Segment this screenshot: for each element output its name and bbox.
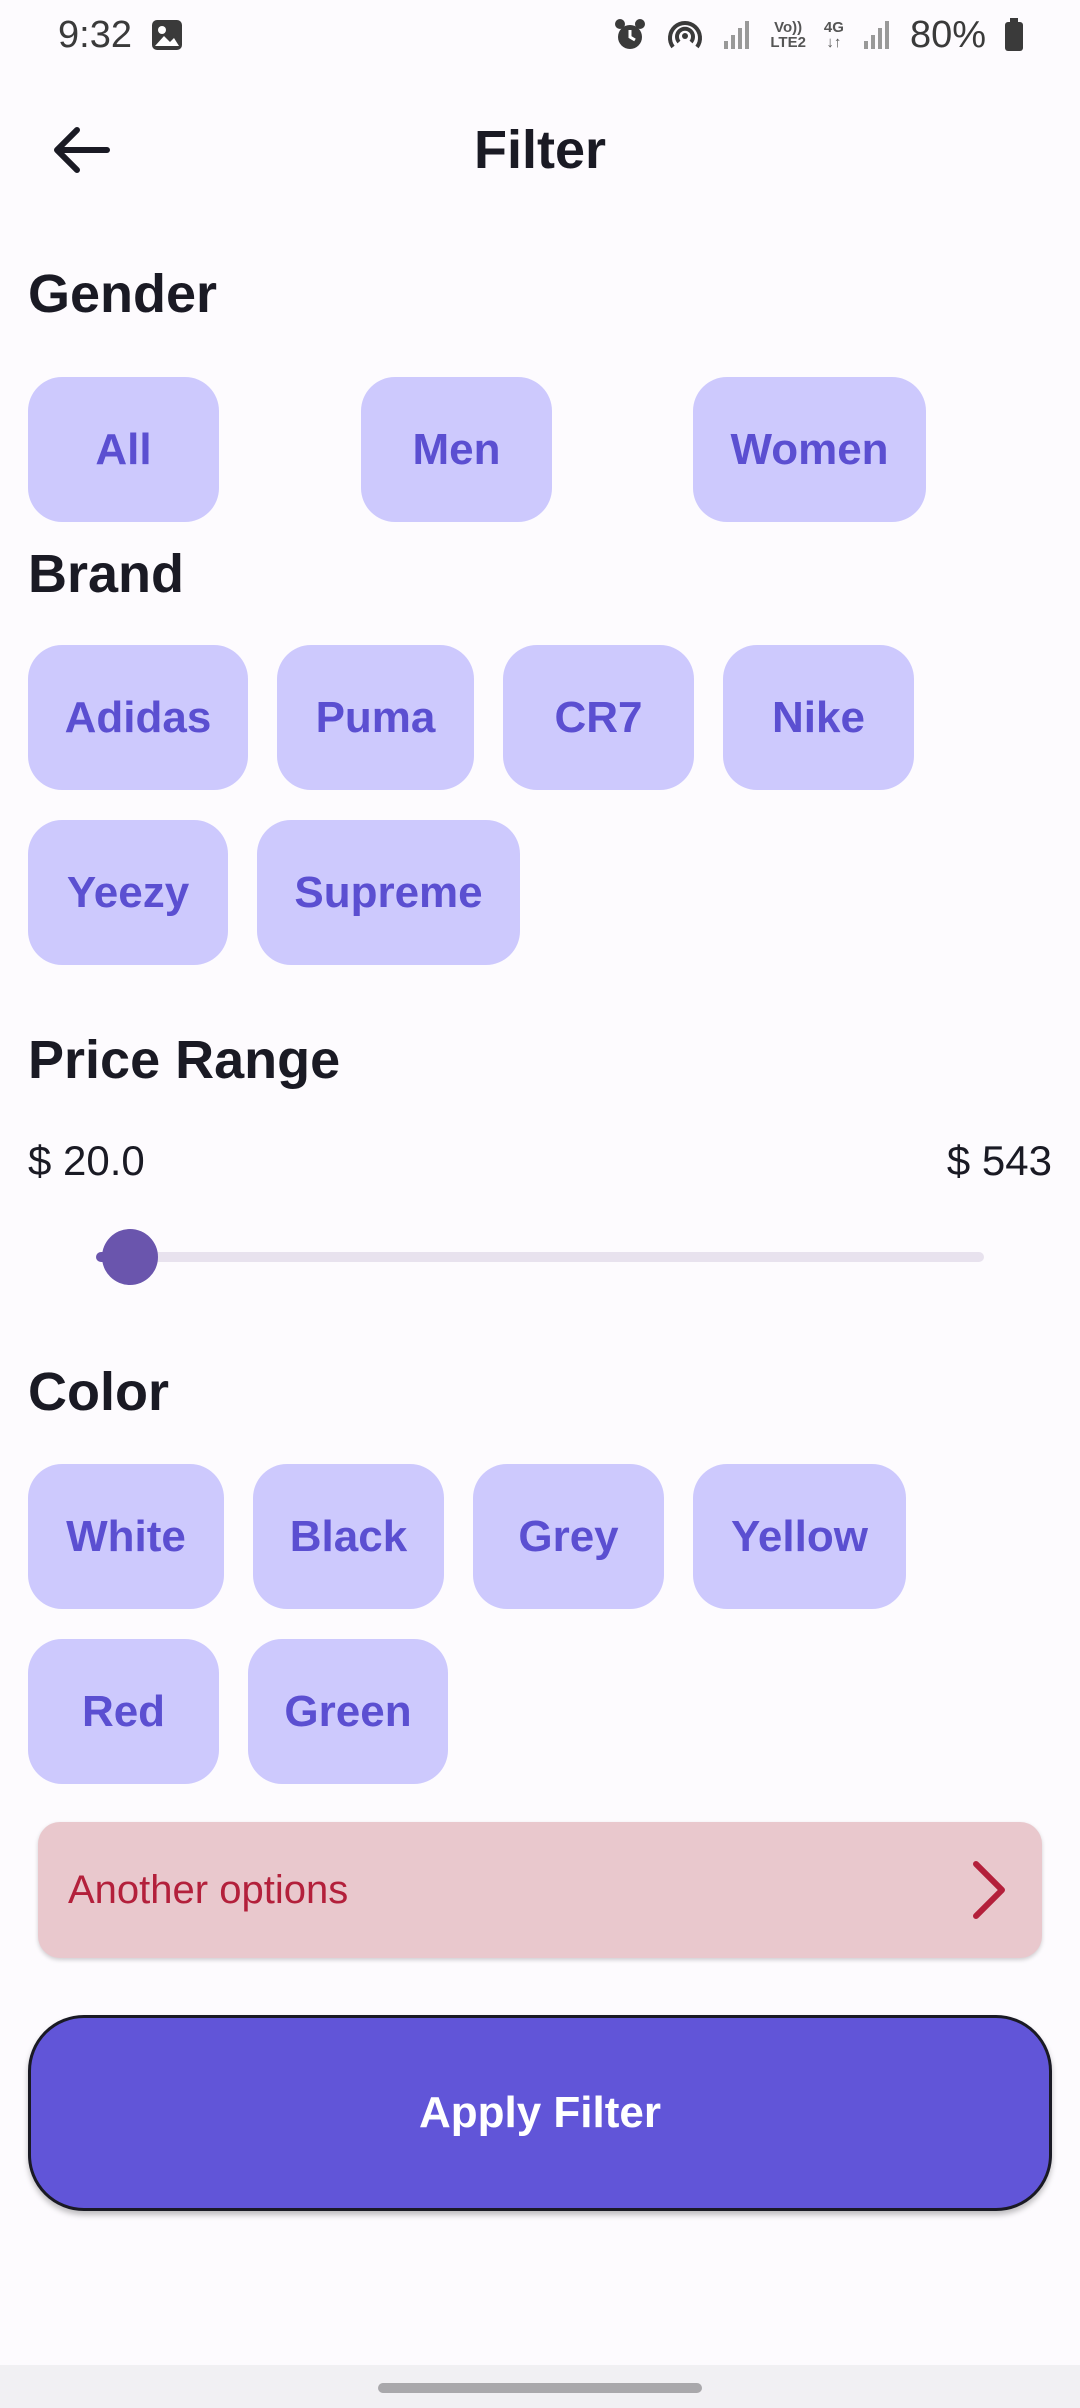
color-chip-grey[interactable]: Grey xyxy=(473,1464,664,1609)
status-time: 9:32 xyxy=(58,13,132,56)
color-chip-green[interactable]: Green xyxy=(248,1639,448,1784)
price-min-label: $ 20.0 xyxy=(28,1137,145,1184)
brand-chip-nike[interactable]: Nike xyxy=(723,645,914,790)
color-chip-white[interactable]: White xyxy=(28,1464,224,1609)
color-chip-red[interactable]: Red xyxy=(28,1639,219,1784)
status-bar: 9:32 Vo)) LTE2 4G ↓↑ 80% xyxy=(0,0,1080,70)
signal-icon xyxy=(722,19,752,51)
color-chip-black[interactable]: Black xyxy=(253,1464,444,1609)
gender-chip-women[interactable]: Women xyxy=(693,377,926,522)
brand-chip-puma[interactable]: Puma xyxy=(277,645,474,790)
gender-heading: Gender xyxy=(28,264,218,324)
gender-chip-all[interactable]: All xyxy=(28,377,219,522)
battery-icon xyxy=(1004,18,1024,52)
price-slider-thumb[interactable] xyxy=(102,1229,158,1285)
hotspot-icon xyxy=(666,17,704,53)
signal-2-icon xyxy=(862,19,892,51)
price-range-heading: Price Range xyxy=(28,1030,341,1090)
color-heading: Color xyxy=(28,1362,169,1422)
brand-heading: Brand xyxy=(28,544,185,604)
battery-percent: 80% xyxy=(909,13,986,56)
network-type-indicator: 4G ↓↑ xyxy=(823,19,844,51)
gallery-notification-icon xyxy=(150,18,184,52)
brand-chip-supreme[interactable]: Supreme xyxy=(257,820,520,965)
another-options-row[interactable]: Another options xyxy=(38,1822,1042,1958)
volte-indicator: Vo)) LTE2 xyxy=(770,19,806,51)
app-bar: Filter xyxy=(0,100,1080,200)
page-title: Filter xyxy=(473,120,607,180)
apply-filter-button[interactable]: Apply Filter xyxy=(28,2015,1052,2211)
brand-chip-yeezy[interactable]: Yeezy xyxy=(28,820,228,965)
gender-chip-men[interactable]: Men xyxy=(361,377,552,522)
another-options-label: Another options xyxy=(68,1867,349,1912)
alarm-icon xyxy=(612,17,648,53)
brand-chip-adidas[interactable]: Adidas xyxy=(28,645,248,790)
chevron-right-icon xyxy=(973,1861,1005,1919)
color-chip-yellow[interactable]: Yellow xyxy=(693,1464,906,1609)
brand-chip-cr7[interactable]: CR7 xyxy=(503,645,694,790)
price-max-label: $ 543 xyxy=(946,1137,1052,1184)
gesture-handle[interactable] xyxy=(378,2383,702,2393)
price-slider-track[interactable] xyxy=(96,1252,984,1262)
